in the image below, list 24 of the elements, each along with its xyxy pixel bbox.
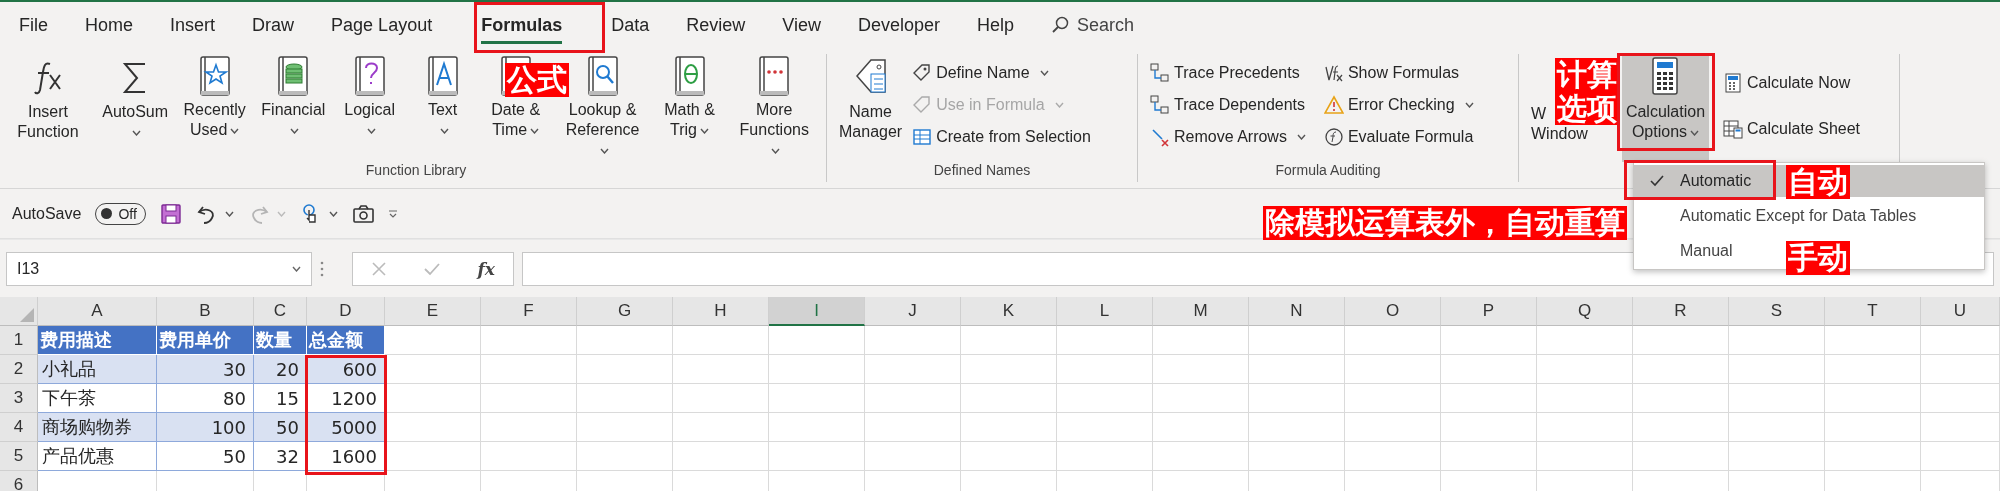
table-cell: 30 xyxy=(157,355,254,384)
table-cell: 80 xyxy=(157,384,254,413)
table-cell: 5000 xyxy=(307,413,385,442)
column-heading-cell: 数量 xyxy=(254,326,307,355)
callout-tooltip: 公式 xyxy=(505,63,569,97)
callout-tooltip: 计算 选项 xyxy=(1555,58,1619,126)
table-cell: 50 xyxy=(157,442,254,471)
group-label: Function Library xyxy=(364,162,468,180)
table-cell: 20 xyxy=(254,355,307,384)
table-cell: 商场购物券 xyxy=(38,413,157,442)
callout-tooltip: 手动 xyxy=(1786,241,1850,275)
callout-tooltip: 除模拟运算表外，自动重算 xyxy=(1263,206,1627,240)
column-heading-cell: 费用描述 xyxy=(38,326,157,355)
table-cell: 50 xyxy=(254,413,307,442)
autosave-label: AutoSave xyxy=(12,204,82,223)
column-heading-cell: 费用单价 xyxy=(157,326,254,355)
callout-tooltip: 自动 xyxy=(1786,165,1850,199)
group-label: Formula Auditing xyxy=(1274,162,1382,180)
table-cell: 100 xyxy=(157,413,254,442)
table-cell: 小礼品 xyxy=(38,355,157,384)
table-cell: 产品优惠 xyxy=(38,442,157,471)
table-cell: 下午茶 xyxy=(38,384,157,413)
group-label: Defined Names xyxy=(932,162,1032,180)
column-heading-cell: 总金额 xyxy=(307,326,385,355)
